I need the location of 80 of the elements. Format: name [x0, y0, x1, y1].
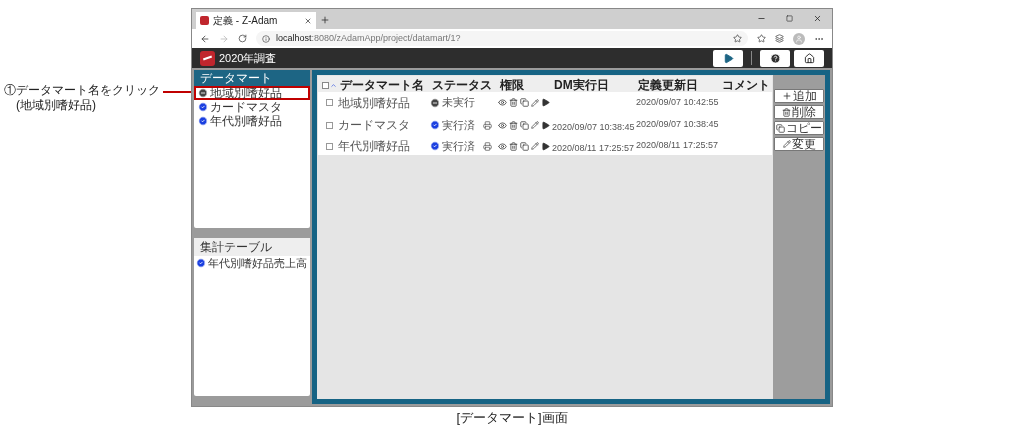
side-button[interactable]: 追加: [774, 89, 824, 103]
annotation-text: ①データマート名をクリック: [4, 83, 161, 98]
copy-icon[interactable]: [520, 120, 529, 130]
status-text: 実行済: [442, 117, 475, 133]
table-row[interactable]: 年代別嗜好品 実行済 2020/08/11 17:25:57 2020/08/11 17:25:57: [318, 134, 772, 155]
column-header[interactable]: DM実行日: [552, 76, 636, 94]
table-cell-text: 2020/08/11 17:25:57: [636, 139, 719, 153]
table-row[interactable]: 地域別嗜好品 未実行 2020/09/07 10:42:55: [318, 92, 772, 113]
play-icon: [722, 52, 734, 64]
datamart-item[interactable]: 地域別嗜好品: [194, 86, 310, 100]
column-header[interactable]: 権限: [498, 76, 552, 94]
table-cell: 2020/08/11 17:25:57: [552, 143, 634, 153]
printer-icon[interactable]: [483, 141, 492, 151]
annotation-text: (地域別嗜好品): [15, 98, 97, 113]
trash-icon[interactable]: [509, 98, 518, 107]
table-row[interactable]: カードマスタ 実行済 2020/09/07 10:38:45 2020/09/07 10:38:45: [318, 113, 772, 134]
pencil-icon[interactable]: [531, 142, 539, 150]
printer-icon[interactable]: [483, 120, 492, 130]
home-icon: [803, 52, 815, 64]
collections-icon[interactable]: [775, 34, 784, 43]
panel-header: 集計テーブル: [194, 238, 310, 256]
leader-line: [163, 91, 191, 93]
select-all-checkbox[interactable]: [322, 81, 329, 89]
panel-header: データマート: [194, 70, 310, 86]
plus-icon: [781, 91, 792, 101]
close-icon[interactable]: [304, 16, 312, 25]
table-cell: 2020/09/07 10:38:45: [636, 118, 720, 132]
app-logo-icon: [200, 50, 215, 66]
view-icon[interactable]: [498, 120, 507, 130]
favorites-icon[interactable]: [757, 34, 766, 43]
table-cell: 2020/09/07 10:38:45: [552, 122, 635, 132]
star-icon[interactable]: [733, 34, 742, 43]
row-checkbox[interactable]: [326, 99, 333, 106]
copy-icon: [776, 123, 785, 133]
run-button[interactable]: [713, 49, 743, 67]
copy-icon[interactable]: [520, 141, 529, 151]
address-bar[interactable]: localhost:8080/zAdamApp/project/datamart/1?: [256, 31, 748, 46]
summary-item[interactable]: 年代別嗜好品売上高: [194, 256, 310, 270]
side-button[interactable]: 変更: [774, 137, 824, 151]
help-button[interactable]: [760, 49, 790, 67]
pencil-icon: [782, 140, 791, 148]
copy-icon[interactable]: [520, 98, 529, 107]
trash-icon: [782, 107, 791, 117]
table-cell-text: 2020/09/07 10:42:55: [636, 95, 720, 109]
status-text: 未実行: [442, 95, 475, 111]
side-button[interactable]: 削除: [774, 105, 824, 119]
play-icon[interactable]: [541, 120, 550, 130]
trash-icon[interactable]: [509, 141, 518, 151]
back-icon[interactable]: [200, 33, 210, 44]
column-header[interactable]: データマート名: [338, 76, 430, 94]
trash-icon[interactable]: [509, 120, 518, 130]
info-icon: [262, 34, 270, 43]
play-icon[interactable]: [541, 141, 550, 151]
screen-caption: [データマート]画面: [456, 409, 568, 427]
browser-tab[interactable]: 定義 - Z-Adam: [196, 12, 316, 29]
table-cell-text: カードマスタ: [338, 117, 411, 134]
pencil-icon[interactable]: [531, 121, 539, 129]
table-cell-text: 年代別嗜好品: [338, 138, 411, 155]
maximize-icon[interactable]: [786, 15, 793, 22]
play-icon[interactable]: [541, 98, 550, 107]
column-header[interactable]: コメント: [720, 76, 772, 94]
view-icon[interactable]: [498, 141, 507, 151]
sort-icon[interactable]: [330, 81, 337, 89]
app-logo-icon: [200, 16, 209, 25]
reload-icon[interactable]: [238, 34, 247, 43]
project-title: 2020年調査: [219, 50, 277, 66]
help-icon: [769, 52, 781, 64]
datamart-item[interactable]: カードマスタ: [194, 100, 310, 114]
column-header[interactable]: ステータス: [430, 76, 498, 94]
side-button[interactable]: コピー: [774, 121, 824, 135]
home-button[interactable]: [794, 49, 824, 67]
row-checkbox[interactable]: [326, 142, 333, 150]
close-window-icon[interactable]: [813, 14, 822, 23]
new-tab-icon[interactable]: [320, 15, 330, 25]
datamart-item[interactable]: 年代別嗜好品: [194, 114, 310, 128]
row-checkbox[interactable]: [326, 121, 333, 129]
column-header[interactable]: 定義更新日: [636, 76, 720, 94]
view-icon[interactable]: [498, 98, 507, 107]
status-text: 実行済: [442, 138, 475, 154]
table-cell-text: 地域別嗜好品: [338, 94, 411, 112]
